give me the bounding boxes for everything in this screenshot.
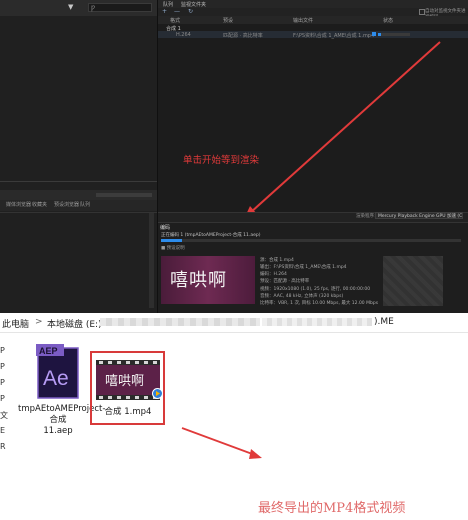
annotation-click-start: 单击开始等到渲染 bbox=[183, 155, 260, 166]
encoding-progress-fill bbox=[161, 239, 182, 242]
meta-source: 源：合成 1.mp4 bbox=[260, 258, 294, 263]
meta-bitrate: 比特率：VBR, 1 次, 目标 10.00 Mbps, 最大 12.00 Mb… bbox=[260, 301, 379, 306]
renderer-dropdown[interactable]: Mercury Playback Engine GPU 加速 (CUDA) bbox=[375, 212, 463, 219]
encoding-progress-bar bbox=[161, 239, 461, 242]
encoding-file-name: 正在编码 1 (tmpAEtoAMEProject-合成 11.aep) bbox=[161, 233, 261, 238]
meta-preset: 预设：匹配源 · 高比特率 bbox=[260, 279, 310, 284]
meta-audio: 音频：AAC, 48 kHz, 立体声 (320 kbps) bbox=[260, 294, 344, 299]
preset-section-label: ■ 预设说明 bbox=[161, 246, 185, 251]
annotation-arrow bbox=[181, 427, 262, 459]
annotation-final-output: 最终导出的MP4格式视频 bbox=[258, 501, 406, 516]
meta-codec: 编码：H.264 bbox=[260, 272, 287, 277]
meta-video: 视频：1920x1080 (1.0), 25 fps, 逐行, 00:00:00… bbox=[260, 287, 371, 292]
blurred-region bbox=[383, 256, 443, 306]
meta-output: 输出：F:\PS资料\合成 1_AME\合成 1.mp4 bbox=[260, 265, 347, 270]
thumbnail-title: 嘻哄啊 bbox=[170, 270, 227, 291]
tab-encoding[interactable]: 编码 bbox=[160, 224, 170, 231]
